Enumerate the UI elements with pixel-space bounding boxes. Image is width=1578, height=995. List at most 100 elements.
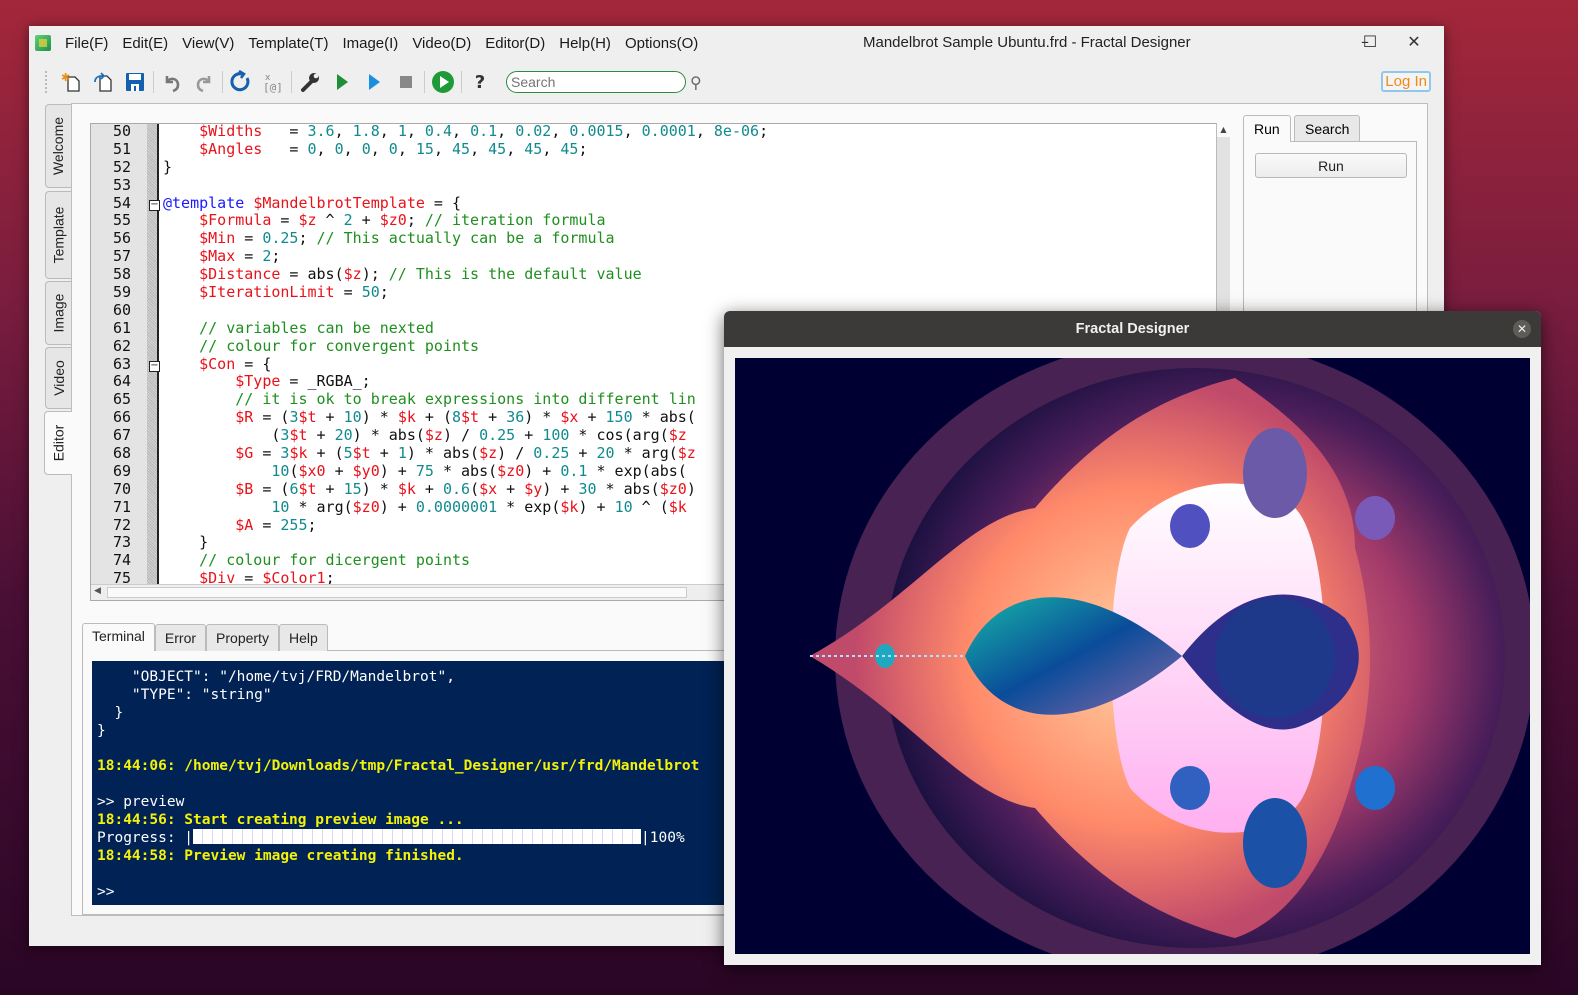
- menu-template[interactable]: Template(T): [248, 35, 328, 52]
- close-button[interactable]: ✕: [1402, 32, 1426, 51]
- preview-titlebar[interactable]: Fractal Designer ✕: [724, 311, 1541, 347]
- code-token: 20: [596, 444, 615, 463]
- search-input[interactable]: [506, 71, 686, 93]
- undo-button[interactable]: [156, 68, 188, 96]
- side-tab-image[interactable]: Image: [45, 281, 71, 345]
- code-line[interactable]: 52}: [91, 158, 1229, 177]
- code-token: * arg(: [289, 497, 353, 516]
- new-file-button[interactable]: ✱: [55, 68, 87, 96]
- code-line[interactable]: 56 $Min = 0.25; // This actually can be …: [91, 229, 1229, 248]
- code-line[interactable]: 58 $Distance = abs($z); // This is the d…: [91, 265, 1229, 284]
- fractal-bulb: [1355, 766, 1395, 810]
- code-token: * exp(: [497, 497, 561, 516]
- code-token: =: [334, 283, 362, 302]
- side-tab-editor[interactable]: Editor: [44, 411, 72, 475]
- toolbar-separator: [461, 71, 462, 93]
- tab-property[interactable]: Property: [206, 624, 279, 651]
- search-icon[interactable]: ⚲: [690, 73, 702, 92]
- code-token: = _RGBA_;: [280, 372, 371, 391]
- code-line[interactable]: 53: [91, 175, 1229, 195]
- refresh-button[interactable]: [225, 68, 257, 96]
- code-token: + (: [307, 444, 344, 463]
- menu-view[interactable]: View(V): [182, 35, 234, 52]
- code-token: 0.0000001: [415, 497, 498, 516]
- code-token: ,: [623, 123, 642, 140]
- terminal-line: 18:44:58: Preview image creating finishe…: [92, 848, 732, 866]
- code-token: 8: [452, 408, 462, 427]
- line-number: 57: [112, 247, 131, 266]
- code-token: ) * abs(: [406, 444, 480, 463]
- code-line[interactable]: 55 $Formula = $z ^ 2 + $z0; // iteration…: [91, 212, 1229, 230]
- settings-button[interactable]: [294, 68, 326, 96]
- horizontal-scroll-thumb[interactable]: [107, 587, 687, 598]
- toolbar-grip[interactable]: [45, 71, 49, 93]
- code-token: 3: [280, 426, 290, 445]
- code-line[interactable]: 51 $Angles = 0, 0, 0, 0, 15, 45, 45, 45,…: [91, 139, 1229, 159]
- tab-run[interactable]: Run: [1243, 115, 1291, 142]
- scroll-up-arrow-icon[interactable]: ▲: [1217, 123, 1230, 137]
- open-file-button[interactable]: [87, 68, 119, 96]
- code-token: $k: [560, 497, 579, 516]
- play-circle-button[interactable]: [427, 68, 459, 96]
- code-token: * cos(arg(: [569, 426, 669, 445]
- terminal-line-text: "TYPE": "string": [97, 686, 272, 703]
- side-tab-template[interactable]: Template: [45, 191, 71, 279]
- code-token: 10: [614, 497, 633, 516]
- code-token: $t: [352, 444, 371, 463]
- code-text: // it is ok to break expressions into di…: [163, 390, 696, 409]
- fractal-graphic: [735, 358, 1530, 954]
- side-tab-video[interactable]: Video: [45, 347, 71, 409]
- menu-video[interactable]: Video(D): [412, 35, 471, 52]
- vertical-scrollbar[interactable]: ▲: [1216, 123, 1230, 319]
- save-button[interactable]: [119, 68, 151, 96]
- code-token: ) *: [361, 479, 398, 498]
- clear-button[interactable]: x [@]: [257, 68, 289, 96]
- maximize-button-glyph[interactable]: ☐: [1358, 32, 1382, 51]
- code-line[interactable]: 57 $Max = 2;: [91, 247, 1229, 266]
- tab-terminal[interactable]: Terminal: [82, 623, 155, 651]
- side-tab-label: Image: [50, 293, 67, 333]
- tab-error[interactable]: Error: [154, 624, 207, 651]
- menu-image[interactable]: Image(I): [342, 35, 398, 52]
- login-button[interactable]: Log In: [1381, 71, 1431, 92]
- menu-edit[interactable]: Edit(E): [122, 35, 168, 52]
- run-preview-button[interactable]: [358, 68, 390, 96]
- menu-help[interactable]: Help(H): [559, 35, 611, 52]
- line-number: 69: [112, 461, 131, 480]
- code-token: = {: [424, 193, 462, 212]
- code-token: $k: [289, 444, 308, 463]
- preview-close-button[interactable]: ✕: [1513, 320, 1531, 338]
- code-token: 1: [397, 123, 407, 140]
- line-number: 54: [112, 193, 131, 212]
- code-token: ;: [379, 283, 389, 302]
- code-line[interactable]: 54 @template $MandelbrotTemplate = {: [91, 193, 1229, 213]
- code-text: $IterationLimit = 50;: [163, 283, 389, 302]
- tab-help[interactable]: Help: [278, 624, 328, 651]
- run-button[interactable]: [326, 68, 358, 96]
- code-text: $Type = _RGBA_;: [163, 372, 371, 391]
- code-token: $IterationLimit: [199, 283, 335, 302]
- menu-editor[interactable]: Editor(D): [485, 35, 545, 52]
- side-tab-label: Editor: [50, 424, 67, 462]
- tab-search[interactable]: Search: [1294, 115, 1361, 141]
- scroll-left-arrow-icon[interactable]: ◀: [94, 586, 101, 596]
- line-number: 51: [112, 139, 131, 158]
- line-number: 72: [112, 515, 131, 534]
- terminal-output[interactable]: "OBJECT": "/home/tvj/FRD/Mandelbrot", "T…: [92, 661, 732, 905]
- menu-file[interactable]: File(F): [65, 35, 108, 52]
- code-token: ,: [542, 139, 561, 158]
- code-line[interactable]: 59 $IterationLimit = 50;: [91, 283, 1229, 302]
- code-token: $z: [668, 426, 687, 445]
- line-number: 53: [112, 175, 131, 194]
- new-file-icon: ✱: [61, 71, 80, 92]
- side-tab-welcome[interactable]: Welcome: [45, 104, 71, 188]
- code-line[interactable]: 50 $Widths = 3.6, 1.8, 1, 0.4, 0.1, 0.02…: [91, 123, 1229, 141]
- menu-options[interactable]: Options(O): [625, 35, 698, 52]
- run-action-button[interactable]: Run: [1255, 153, 1407, 178]
- stop-button[interactable]: [390, 68, 422, 96]
- help-button[interactable]: ?: [464, 68, 496, 96]
- redo-button[interactable]: [188, 68, 220, 96]
